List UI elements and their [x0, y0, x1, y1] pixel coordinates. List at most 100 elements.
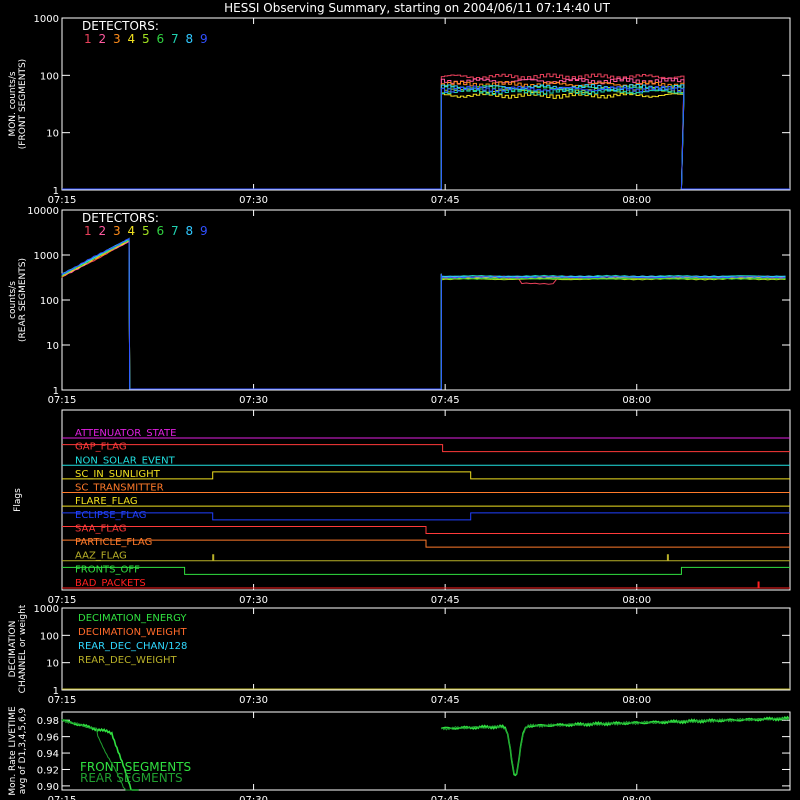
- y-tick-label: 0.98: [37, 716, 59, 727]
- rear-series-5: [61, 238, 786, 390]
- y-axis-label: CHANNEL or weight: [18, 604, 28, 693]
- flag-label-AAZ_FLAG: AAZ_FLAG: [75, 551, 127, 562]
- rear-series-6: [61, 238, 786, 390]
- flag-label-SC_IN_SUNLIGHT: SC_IN_SUNLIGHT: [75, 469, 161, 480]
- front-series-5: [62, 86, 790, 190]
- y-axis-label: DECIMATION: [8, 621, 18, 678]
- decimation-label-REAR_DEC_CHAN/128: REAR_DEC_CHAN/128: [78, 641, 187, 652]
- x-tick-label: 07:45: [431, 595, 460, 606]
- y-tick-label: 100: [40, 296, 59, 307]
- rear-series-8: [61, 238, 786, 390]
- front-series-4: [62, 91, 790, 190]
- detector-legend-7: 7: [171, 32, 179, 46]
- x-tick-label: 07:45: [431, 695, 460, 706]
- detector-legend-2: 2: [99, 32, 107, 46]
- detector-legend-8: 8: [186, 224, 194, 238]
- front-series-8: [62, 83, 790, 190]
- detector-legend-4: 4: [128, 32, 136, 46]
- detector-legend-6: 6: [157, 224, 165, 238]
- y-tick-label: 100: [40, 631, 59, 642]
- flag-label-ATTENUATOR_STATE: ATTENUATOR_STATE: [75, 428, 176, 439]
- y-axis-label: (FRONT SEGMENTS): [18, 59, 28, 149]
- y-tick-label: 1: [53, 686, 59, 697]
- y-tick-label: 1000: [34, 251, 59, 262]
- flag-label-BAD_PACKETS: BAD_PACKETS: [75, 578, 146, 589]
- flag-label-SC_TRANSMITTER: SC_TRANSMITTER: [75, 483, 164, 494]
- flag-line-AAZ_FLAG: [62, 554, 790, 562]
- x-tick-label: 07:30: [239, 395, 268, 406]
- figure-title: HESSI Observing Summary, starting on 200…: [224, 1, 610, 15]
- flag-label-FRONTS_OFF: FRONTS_OFF: [75, 564, 140, 575]
- flag-line-SAA_FLAG: [62, 525, 790, 534]
- detector-legend-9: 9: [200, 32, 208, 46]
- livetime-legend-rear: REAR SEGMENTS: [80, 771, 183, 785]
- y-axis-label: MON. counts/s: [8, 71, 18, 136]
- y-tick-label: 1000: [34, 14, 59, 25]
- detector-legend-title: DETECTORS:: [82, 19, 159, 33]
- y-tick-label: 10: [46, 129, 59, 140]
- front-series-7: [62, 88, 790, 190]
- decimation-label-REAR_DEC_WEIGHT: REAR_DEC_WEIGHT: [78, 655, 177, 666]
- decimation-label-DECIMATION_WEIGHT: DECIMATION_WEIGHT: [78, 627, 187, 638]
- panel-front: 07:1507:3007:4508:0008:1508:3008:4511010…: [8, 14, 791, 206]
- y-tick-label: 1: [53, 186, 59, 197]
- y-axis-label: avg of D1,3,4,5,6,9: [18, 707, 28, 794]
- flag-line-ECLIPSE_FLAG: [62, 512, 790, 521]
- y-axis-label: Flags: [13, 488, 23, 512]
- front-series-2: [62, 77, 790, 190]
- flag-line-SC_IN_SUNLIGHT: [62, 471, 790, 480]
- rear-series-4: [61, 240, 786, 390]
- decimation-label-DECIMATION_ENERGY: DECIMATION_ENERGY: [78, 613, 187, 624]
- flag-line-PARTICLE_FLAG: [62, 539, 790, 548]
- detector-legend-3: 3: [113, 224, 121, 238]
- x-tick-label: 07:30: [239, 595, 268, 606]
- rear-series-9: [61, 237, 786, 390]
- panels: 07:1507:3007:4508:0008:1508:3008:4511010…: [8, 14, 791, 800]
- x-tick-label: 07:30: [239, 795, 268, 800]
- detector-legend-6: 6: [157, 32, 165, 46]
- detector-legend-3: 3: [113, 32, 121, 46]
- flag-label-PARTICLE_FLAG: PARTICLE_FLAG: [75, 537, 152, 548]
- x-tick-label: 07:45: [431, 795, 460, 800]
- y-tick-label: 0.96: [37, 733, 59, 744]
- panel-decimation: 07:1507:3007:4508:0008:1508:3008:4511010…: [8, 604, 791, 706]
- y-tick-label: 10: [46, 341, 59, 352]
- detector-legend-7: 7: [171, 224, 179, 238]
- y-tick-label: 10000: [27, 206, 59, 217]
- front-series-3: [62, 80, 790, 190]
- detector-legend-1: 1: [84, 32, 92, 46]
- y-tick-label: 0.92: [37, 765, 59, 776]
- rear-series-1: [61, 239, 786, 390]
- y-tick-label: 1: [53, 386, 59, 397]
- y-axis-label: counts/s: [8, 281, 18, 319]
- detector-legend-title: DETECTORS:: [82, 211, 159, 225]
- detector-legend-2: 2: [99, 224, 107, 238]
- x-tick-label: 08:00: [622, 795, 651, 800]
- y-tick-label: 0.90: [37, 782, 59, 793]
- x-tick-label: 08:00: [622, 695, 651, 706]
- panel-rear: 07:1507:3007:4508:0008:1508:3008:4511010…: [8, 206, 791, 406]
- front-series-9: [62, 85, 790, 190]
- rear-series-2: [61, 240, 786, 390]
- detector-legend-5: 5: [142, 224, 150, 238]
- x-tick-label: 07:15: [48, 795, 77, 800]
- rear-series-7: [61, 237, 786, 390]
- x-tick-label: 07:30: [239, 195, 268, 206]
- rear-series-3: [61, 240, 786, 390]
- y-tick-label: 1000: [34, 604, 59, 615]
- x-tick-label: 07:30: [239, 695, 268, 706]
- flag-label-SAA_FLAG: SAA_FLAG: [75, 523, 126, 534]
- detector-legend-1: 1: [84, 224, 92, 238]
- x-tick-label: 07:45: [431, 195, 460, 206]
- detector-legend-5: 5: [142, 32, 150, 46]
- detector-legend-9: 9: [200, 224, 208, 238]
- flag-label-GAP_FLAG: GAP_FLAG: [75, 442, 127, 453]
- y-axis-label: (REAR SEGMENTS): [18, 258, 28, 342]
- y-tick-label: 0.94: [37, 749, 59, 760]
- panel-flags: 07:1507:3007:4508:0008:1508:3008:45Flags…: [13, 409, 791, 606]
- panel-livetime: 07:1507:3007:4508:0008:1508:3008:45Mon. …: [8, 706, 791, 800]
- y-tick-label: 10: [46, 659, 59, 670]
- flag-line-GAP_FLAG: [62, 444, 790, 453]
- flag-label-ECLIPSE_FLAG: ECLIPSE_FLAG: [75, 510, 146, 521]
- x-tick-label: 08:00: [622, 595, 651, 606]
